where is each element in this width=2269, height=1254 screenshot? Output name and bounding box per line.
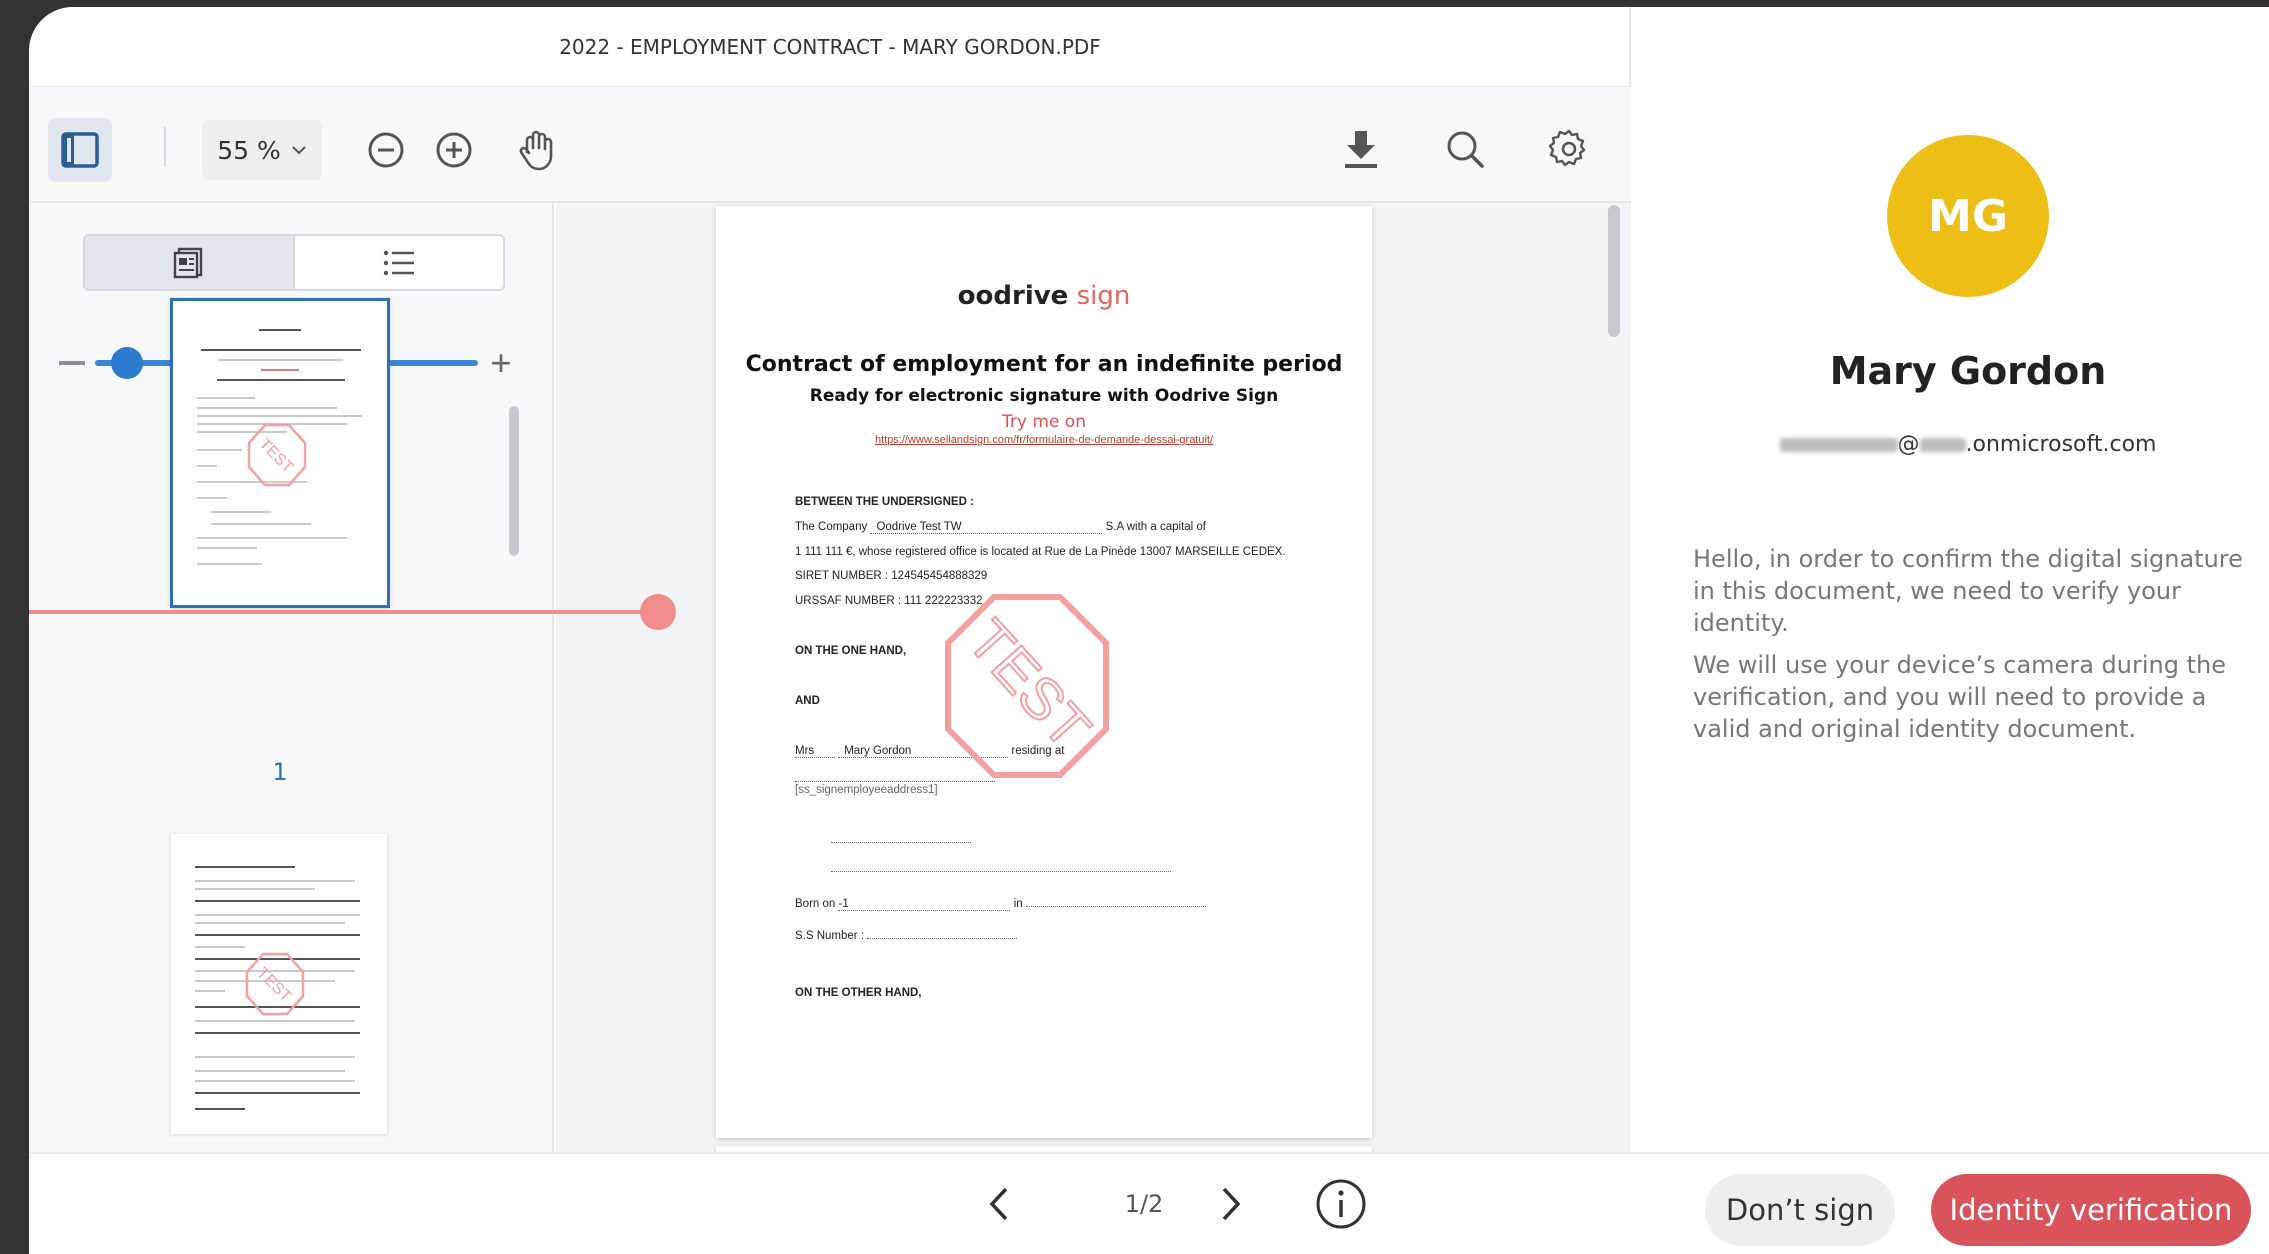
address-placeholder: [ss_signemployeeaddress1] — [795, 784, 938, 796]
address-line-2 — [831, 834, 971, 846]
previous-page-button[interactable] — [977, 1182, 1021, 1226]
viewer-toolbar: 55 % — [29, 87, 1631, 203]
toolbar-divider — [164, 127, 166, 167]
thumbnail-size-slider-handle[interactable] — [111, 347, 143, 379]
company-line: The Company Oodrive Test TW S.A with a c… — [795, 521, 1207, 534]
contract-title: Contract of employment for an indefinite… — [745, 352, 1343, 377]
avatar: MG — [1887, 135, 2049, 297]
thumbnails-icon — [173, 247, 203, 278]
pdf-viewer: 2022 - EMPLOYMENT CONTRACT - MARY GORDON… — [29, 7, 1631, 1154]
camera-message: We will use your device’s camera during … — [1693, 651, 2226, 743]
document-scrollbar[interactable] — [1608, 205, 1620, 337]
hand-icon — [519, 130, 553, 171]
try-me-text: Try me on — [1002, 412, 1086, 432]
sidebar-toggle-button[interactable] — [48, 118, 112, 182]
search-icon — [1447, 131, 1484, 168]
annotation-pointer-dot — [640, 594, 676, 630]
download-button[interactable] — [1329, 117, 1393, 181]
info-icon — [1316, 1179, 1366, 1229]
thumbnail-size-plus[interactable]: + — [487, 345, 515, 381]
pan-tool-button[interactable] — [506, 118, 570, 182]
identity-verification-button[interactable]: Identity verification — [1931, 1174, 2251, 1246]
between-heading: BETWEEN THE UNDERSIGNED : — [795, 496, 974, 508]
svg-text:TEST: TEST — [955, 608, 1102, 762]
gear-icon — [1548, 129, 1586, 167]
dont-sign-button[interactable]: Don’t sign — [1705, 1174, 1895, 1246]
contract-subtitle: Ready for electronic signature with Oodr… — [809, 386, 1279, 406]
chevron-down-icon — [292, 146, 306, 155]
page-thumbnail-1[interactable]: TEST — [170, 298, 390, 608]
thumbnail-view-tab[interactable] — [85, 236, 295, 289]
zoom-select[interactable]: 55 % — [202, 120, 322, 180]
signing-window: 2022 - EMPLOYMENT CONTRACT - MARY GORDON… — [29, 7, 2269, 1254]
thumbnail-scrollbar[interactable] — [509, 406, 519, 556]
outline-view-tab[interactable] — [295, 236, 503, 289]
thumbnail-page-number: 1 — [272, 758, 288, 786]
and-heading: AND — [795, 695, 820, 707]
document-title: 2022 - EMPLOYMENT CONTRACT - MARY GORDON… — [29, 7, 1631, 87]
chevron-left-icon — [989, 1187, 1008, 1221]
thumbnail-size-minus[interactable] — [59, 361, 85, 365]
svg-text:TEST: TEST — [253, 965, 294, 1006]
annotation-pointer-line — [29, 610, 651, 614]
info-button[interactable] — [1315, 1178, 1367, 1230]
thumbnail-view-toggle — [83, 234, 505, 291]
zoom-in-icon — [436, 132, 472, 168]
document-page-1: oodrive sign Contract of employment for … — [716, 206, 1372, 1138]
one-hand-heading: ON THE ONE HAND, — [795, 645, 907, 657]
sidebar-icon — [61, 132, 99, 168]
oodrive-sign-logo: oodrive sign — [957, 281, 1131, 311]
signer-email: @ .onmicrosoft.com — [1633, 432, 2269, 457]
bottom-bar: 1/2 Don’t sign Identity verification — [29, 1152, 2269, 1254]
ss-number-line: S.S Number : — [795, 930, 1018, 942]
test-watermark-stamp: TEST — [945, 594, 1109, 778]
signer-panel: MG Mary Gordon @ .onmicrosoft.com Hello, … — [1633, 7, 2269, 1152]
trial-link[interactable]: https://www.sellandsign.com/fr/formulair… — [716, 434, 1372, 446]
capital-line: 1 111 111 €, whose registered office is … — [795, 546, 1286, 558]
siret-line: SIRET NUMBER : 124545454888329 — [795, 570, 988, 582]
thumbnail-panel: + TEST 1 TEST — [29, 203, 554, 1152]
next-page-button[interactable] — [1209, 1182, 1253, 1226]
zoom-in-button[interactable] — [424, 120, 484, 180]
download-icon — [1345, 131, 1377, 168]
list-icon — [383, 250, 414, 275]
settings-button[interactable] — [1537, 117, 1601, 181]
document-area[interactable]: oodrive sign Contract of employment for … — [556, 203, 1631, 1154]
zoom-value: 55 % — [217, 135, 281, 165]
svg-text:TEST: TEST — [255, 436, 296, 477]
identity-message: Hello, in order to confirm the digital s… — [1693, 545, 2243, 637]
signer-name: Mary Gordon — [1829, 349, 2107, 393]
search-button[interactable] — [1433, 117, 1497, 181]
page-thumbnail-2[interactable]: TEST — [171, 834, 387, 1134]
chevron-right-icon — [1222, 1187, 1241, 1221]
born-line: Born on -1 in — [795, 898, 1206, 911]
address-line-3 — [831, 863, 1171, 875]
other-hand-heading: ON THE OTHER HAND, — [795, 987, 922, 999]
zoom-out-icon — [368, 132, 404, 168]
zoom-out-button[interactable] — [356, 120, 416, 180]
page-indicator: 1/2 — [1124, 1190, 1164, 1218]
